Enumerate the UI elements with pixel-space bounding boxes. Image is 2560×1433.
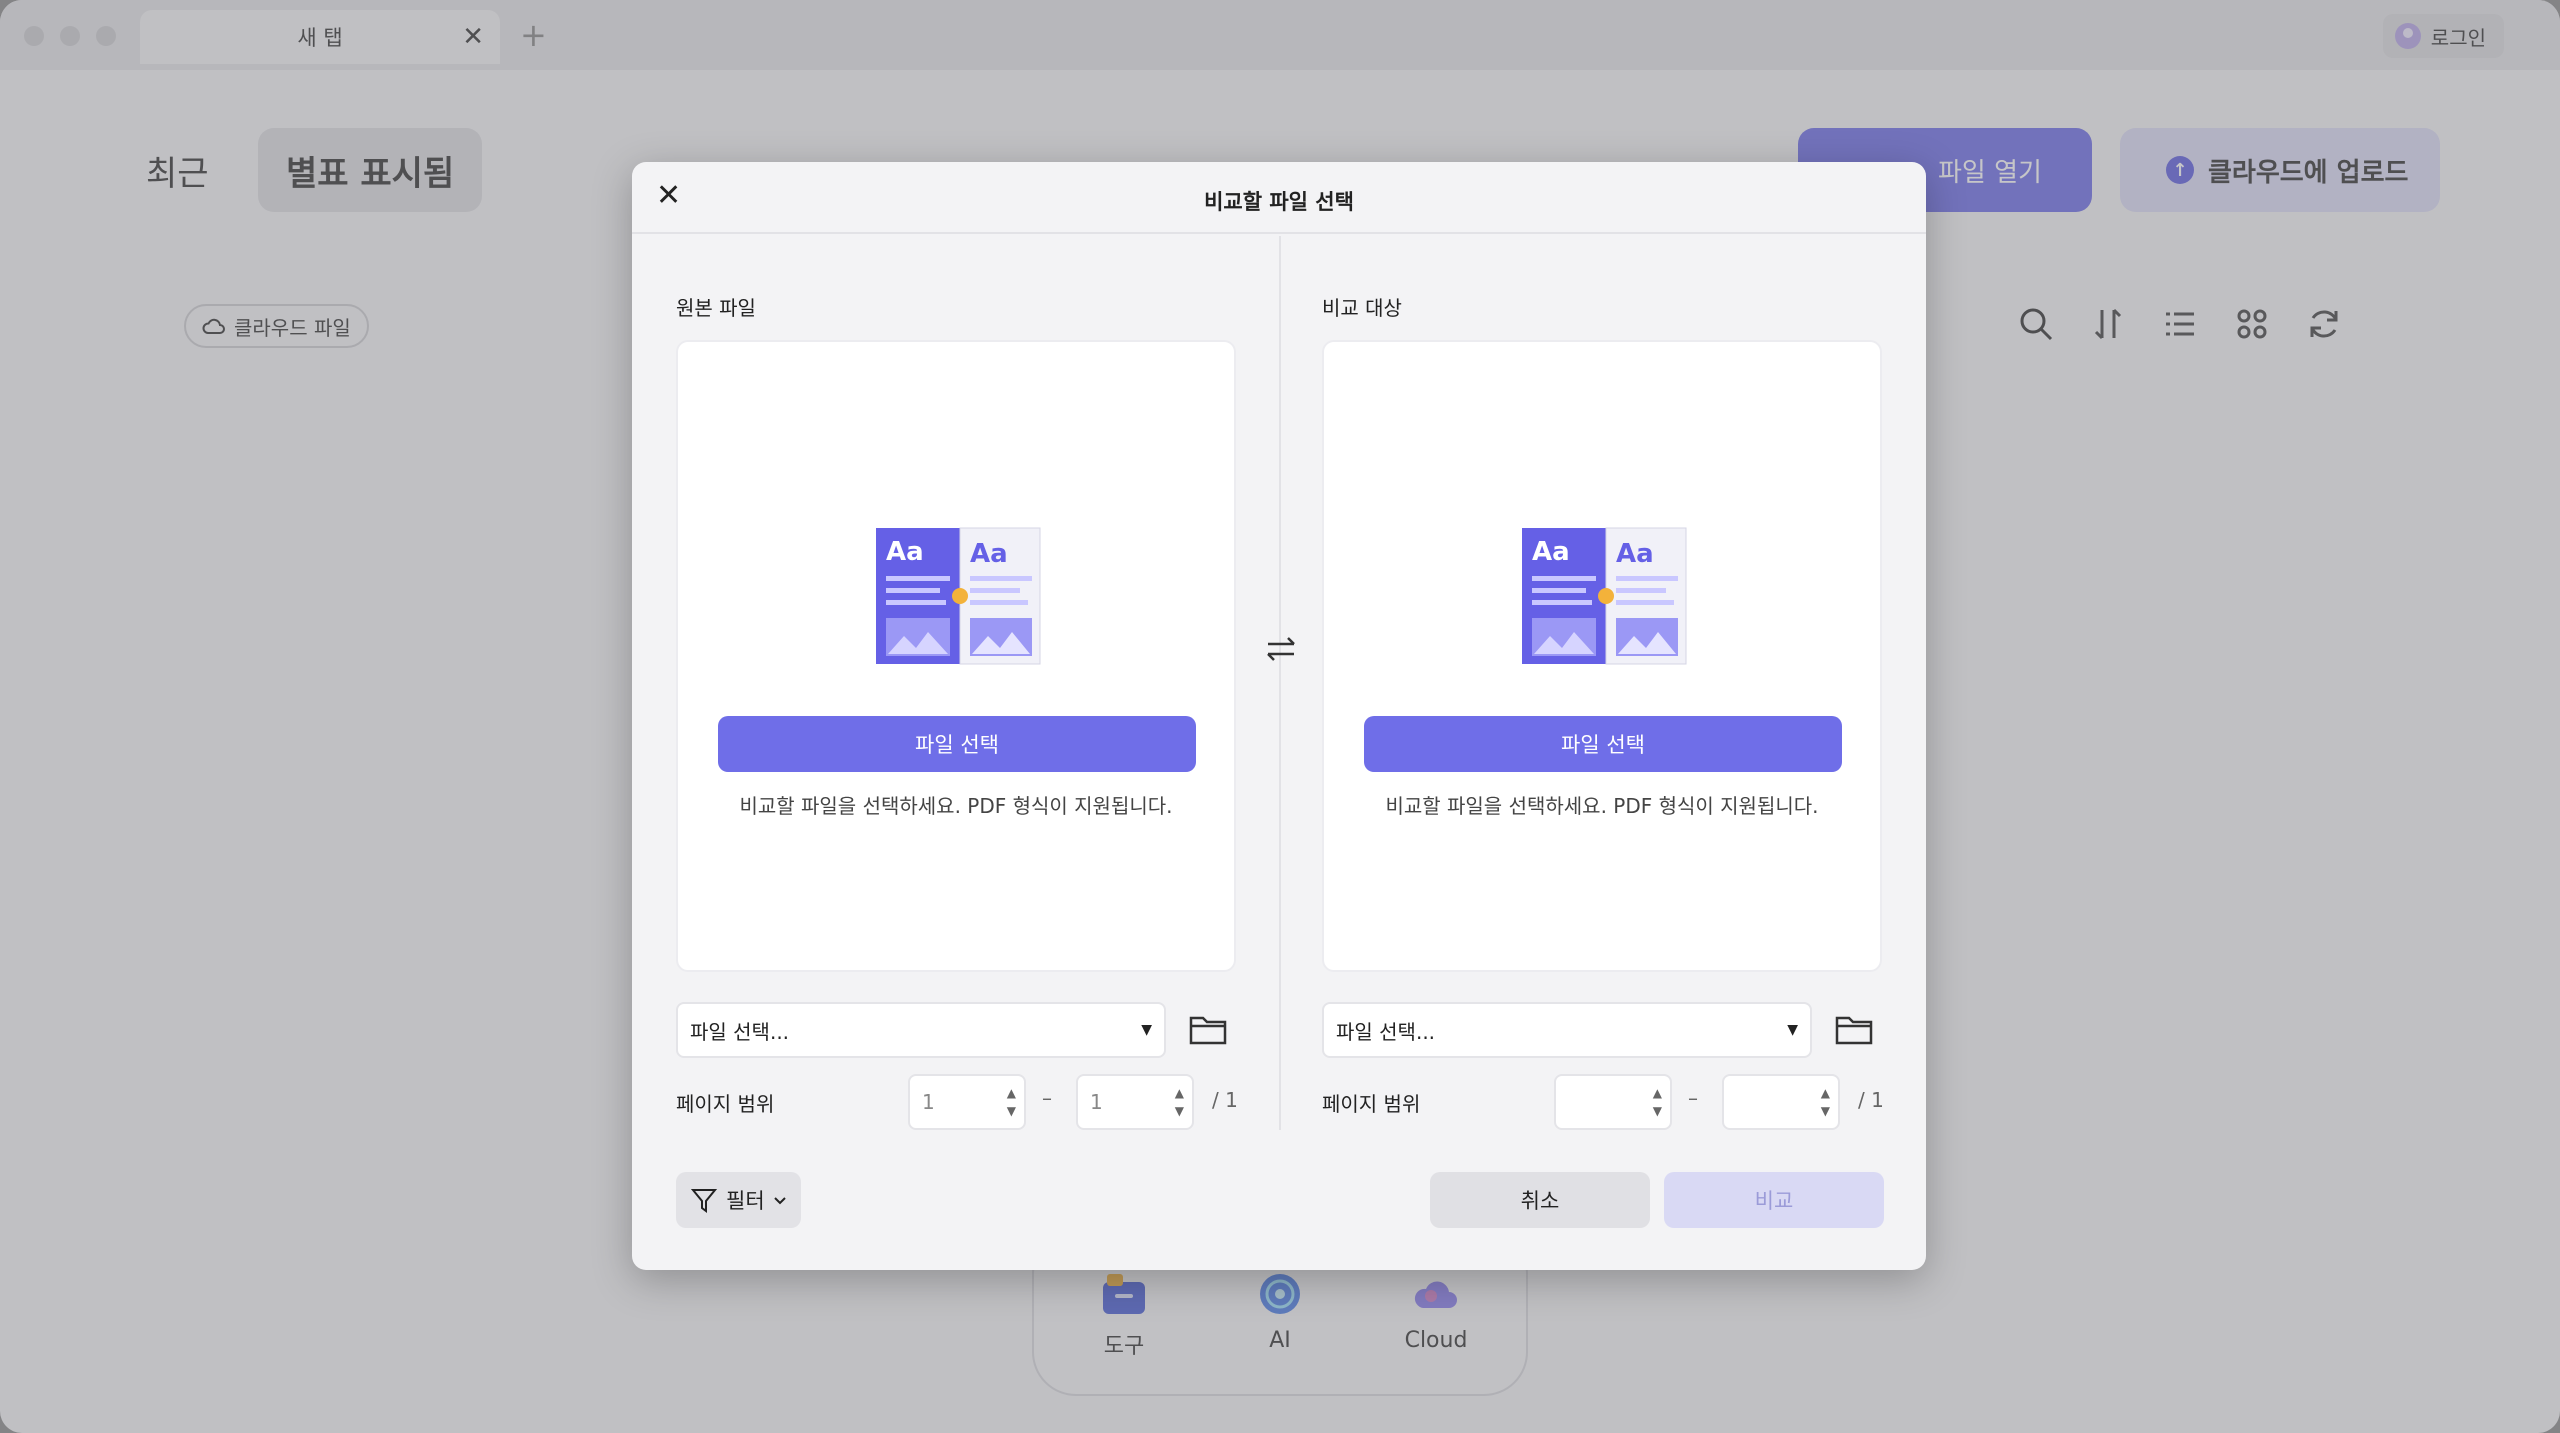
target-drop-zone[interactable]: Aa Aa 파일 선택 비교할 파일을 선택하세요. PDF 형식이 지원됩니다… (1322, 340, 1882, 972)
source-page-to-stepper[interactable]: 1 ▲ ▼ (1076, 1074, 1194, 1130)
source-page-from-value: 1 (922, 1090, 935, 1114)
source-page-to-value: 1 (1090, 1090, 1103, 1114)
pane-divider (1279, 236, 1281, 1130)
target-file-dropdown[interactable]: 파일 선택... ▼ (1322, 1002, 1812, 1058)
filter-label: 필터 (726, 1189, 765, 1213)
source-page-range-label: 페이지 범위 (676, 1092, 775, 1116)
stepper-arrows-icon[interactable]: ▲ ▼ (1653, 1084, 1662, 1120)
target-dropdown-value: 파일 선택... (1336, 1019, 1436, 1044)
filter-icon (690, 1189, 718, 1213)
target-hint: 비교할 파일을 선택하세요. PDF 형식이 지원됩니다. (1385, 794, 1819, 818)
source-dropdown-value: 파일 선택... (690, 1019, 790, 1044)
stepper-arrows-icon[interactable]: ▲ ▼ (1821, 1084, 1830, 1120)
chevron-down-icon: ▼ (1141, 1022, 1152, 1038)
stepper-arrows-icon[interactable]: ▲ ▼ (1175, 1084, 1184, 1120)
dialog-title: 비교할 파일 선택 (1204, 190, 1354, 214)
document-compare-icon: Aa Aa (1522, 527, 1687, 665)
compare-files-dialog: ✕ 비교할 파일 선택 원본 파일 Aa Aa 파일 선택 비교할 파일을 선택… (632, 162, 1926, 1270)
target-file-label: 비교 대상 (1322, 296, 1402, 320)
swap-icon[interactable] (1264, 632, 1298, 666)
svg-text:Aa: Aa (1616, 539, 1654, 569)
folder-icon[interactable] (1188, 1012, 1228, 1046)
dialog-header: ✕ 비교할 파일 선택 (632, 162, 1926, 234)
source-select-button[interactable]: 파일 선택 (718, 716, 1196, 772)
document-compare-icon: Aa Aa (876, 527, 1041, 665)
source-page-total: / 1 (1212, 1088, 1238, 1112)
chevron-down-icon: ▼ (1787, 1022, 1798, 1038)
target-page-from-stepper[interactable]: ▲ ▼ (1554, 1074, 1672, 1130)
svg-text:Aa: Aa (886, 537, 924, 567)
filter-button[interactable]: 필터 (676, 1172, 801, 1228)
source-file-label: 원본 파일 (676, 296, 756, 320)
target-select-button[interactable]: 파일 선택 (1364, 716, 1842, 772)
stepper-arrows-icon[interactable]: ▲ ▼ (1007, 1084, 1016, 1120)
chevron-down-icon (773, 1197, 786, 1205)
source-hint: 비교할 파일을 선택하세요. PDF 형식이 지원됩니다. (739, 794, 1173, 818)
source-file-dropdown[interactable]: 파일 선택... ▼ (676, 1002, 1166, 1058)
compare-button[interactable]: 비교 (1664, 1172, 1884, 1228)
source-drop-zone[interactable]: Aa Aa 파일 선택 비교할 파일을 선택하세요. PDF 형식이 지원됩니다… (676, 340, 1236, 972)
target-range-dash: – (1688, 1086, 1698, 1110)
source-page-from-stepper[interactable]: 1 ▲ ▼ (908, 1074, 1026, 1130)
target-page-range-label: 페이지 범위 (1322, 1092, 1421, 1116)
svg-text:Aa: Aa (1532, 537, 1570, 567)
target-page-total: / 1 (1858, 1088, 1884, 1112)
svg-text:Aa: Aa (970, 539, 1008, 569)
target-page-to-stepper[interactable]: ▲ ▼ (1722, 1074, 1840, 1130)
cancel-button[interactable]: 취소 (1430, 1172, 1650, 1228)
folder-icon[interactable] (1834, 1012, 1874, 1046)
source-range-dash: – (1042, 1086, 1052, 1110)
